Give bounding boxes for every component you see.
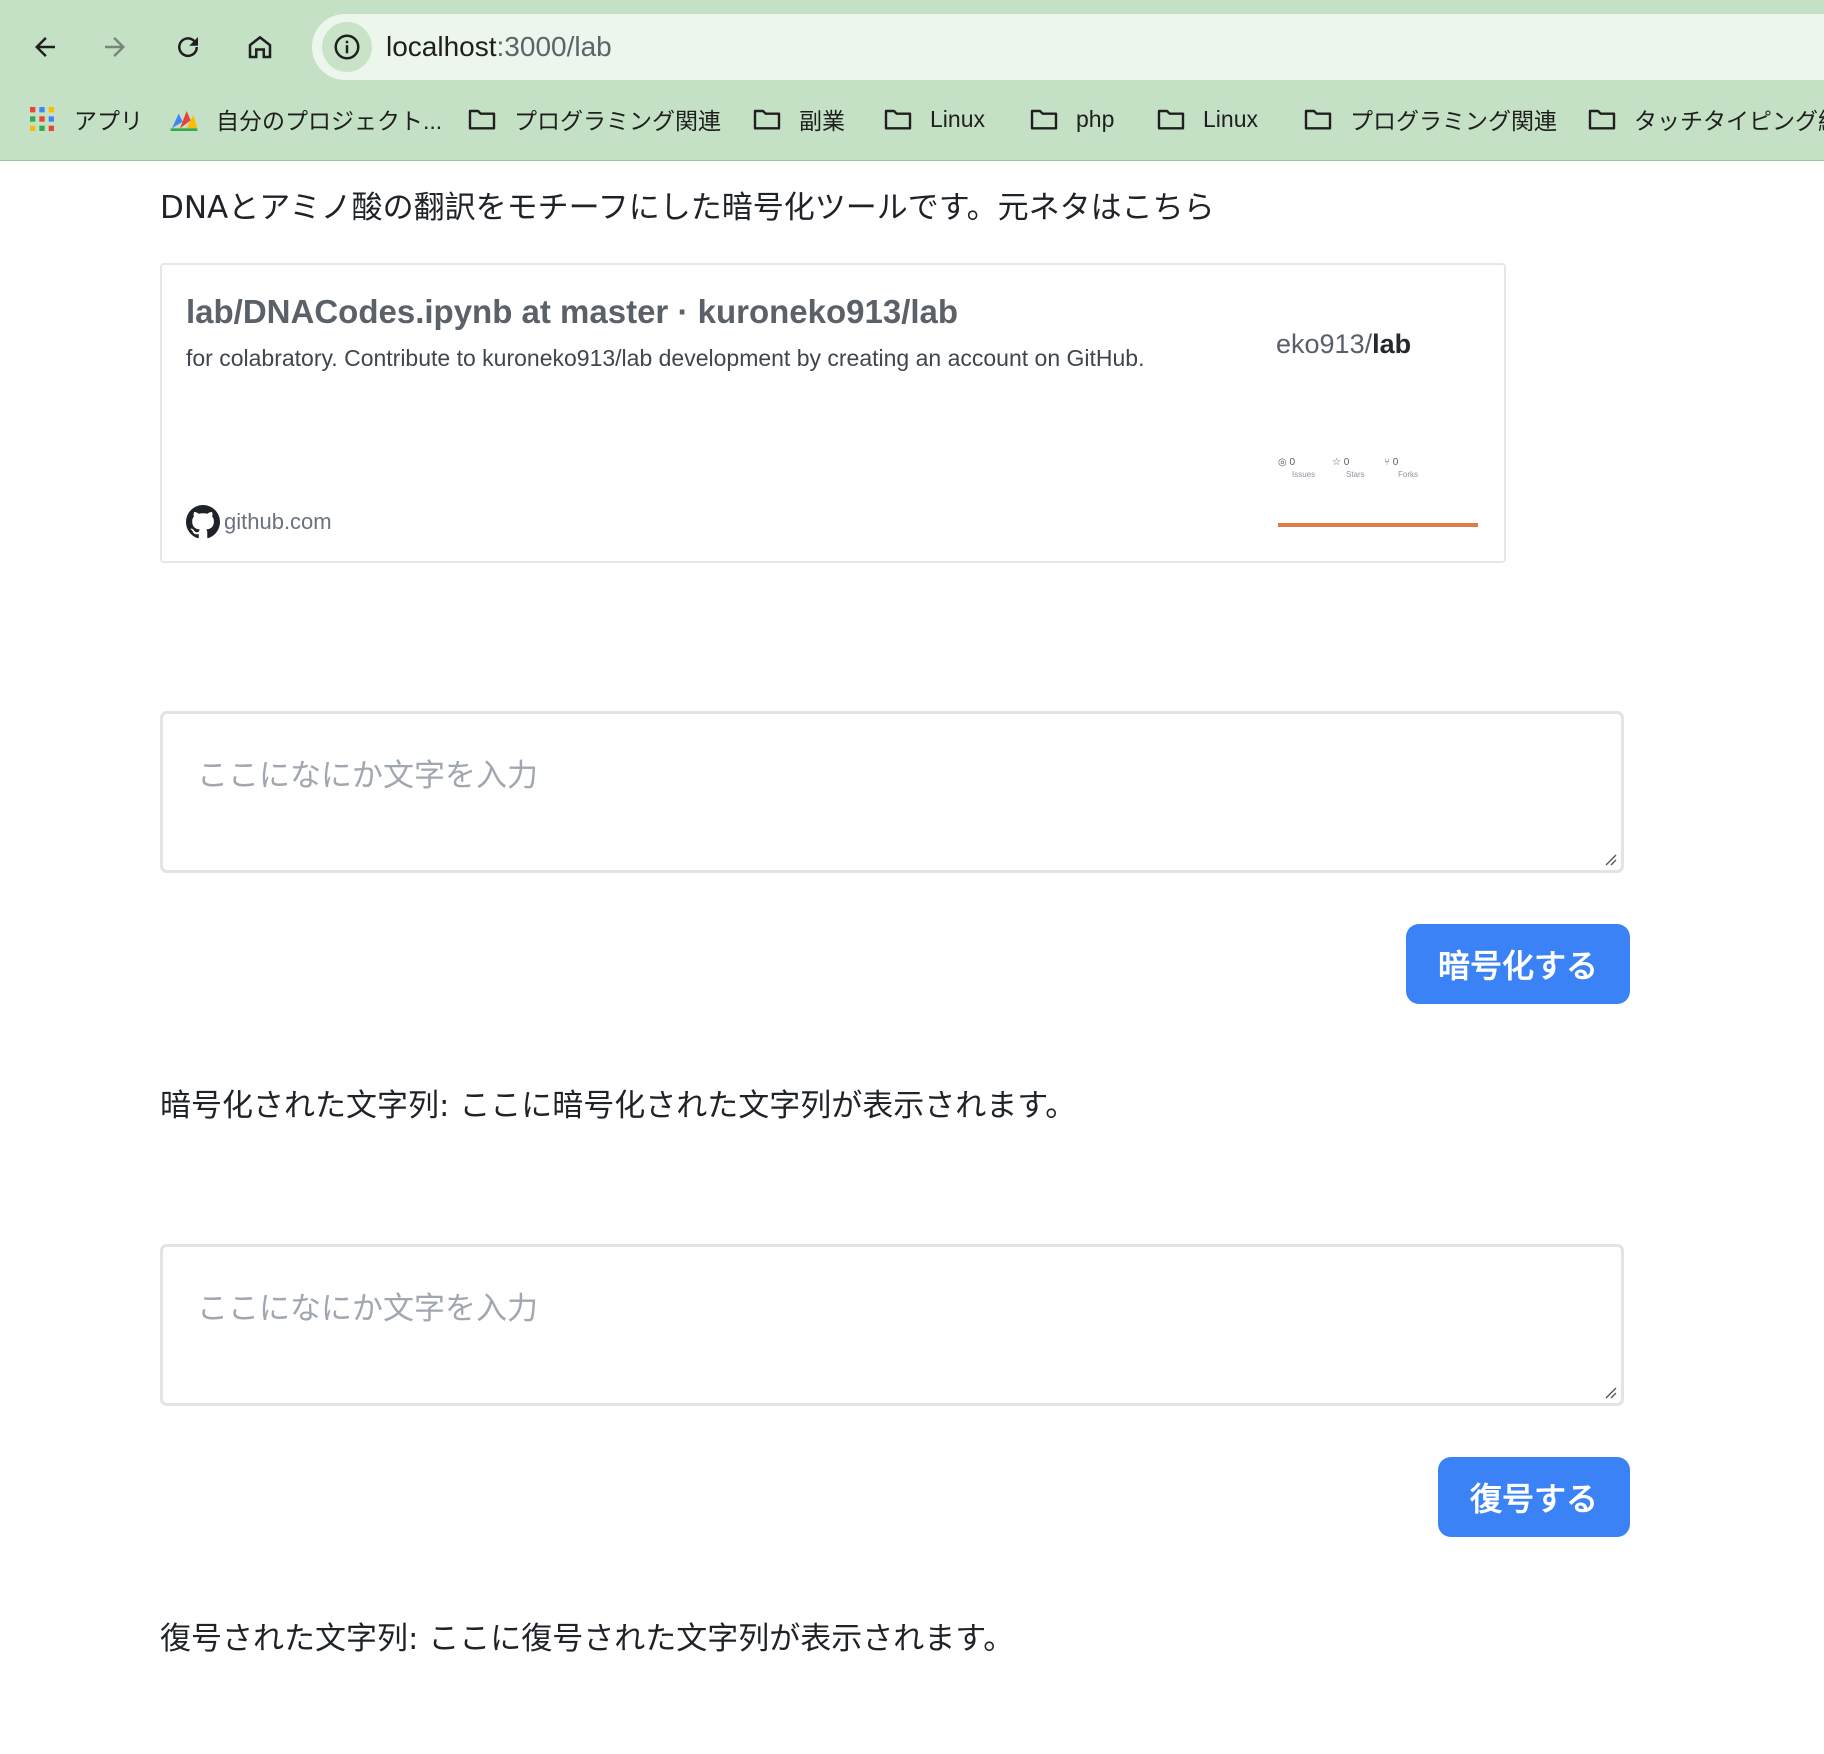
apps-grid-icon	[26, 103, 58, 135]
home-button[interactable]	[235, 22, 285, 72]
github-icon	[186, 505, 220, 539]
bookmark-folder-typing[interactable]: タッチタイピング練	[1586, 96, 1824, 142]
issue-icon: ◎	[1278, 457, 1287, 468]
bookmark-folder-sidejob[interactable]: 副業	[751, 96, 845, 142]
bookmark-folder-linux-2[interactable]: Linux	[1155, 96, 1258, 142]
folder-icon	[1155, 103, 1187, 135]
encrypt-result-label: 暗号化された文字列:	[160, 1088, 460, 1124]
bookmark-label: Linux	[930, 105, 985, 132]
url-text: localhost:3000/lab	[386, 29, 612, 65]
encrypt-result: 暗号化された文字列: ここに暗号化された文字列が表示されます。	[160, 1084, 1076, 1128]
encrypt-input[interactable]: ここになにか文字を入力	[160, 711, 1624, 873]
bookmark-label: アプリ	[74, 108, 143, 134]
bookmark-apps[interactable]: アプリ	[26, 96, 143, 142]
fork-icon: ⑂	[1384, 457, 1390, 468]
bookmark-project[interactable]: 自分のプロジェクト...	[168, 96, 442, 142]
card-description: for colabratory. Contribute to kuroneko9…	[186, 345, 1145, 371]
stat-label: Stars	[1346, 470, 1365, 479]
bookmark-label: Linux	[1203, 105, 1258, 132]
card-thumbnail: eko913/lab ◎ 0 Issues ☆ 0 Stars ⑂ 0 Fork…	[1276, 307, 1488, 527]
folder-icon	[1028, 103, 1060, 135]
bookmark-label: php	[1076, 105, 1115, 132]
info-icon	[334, 34, 360, 60]
stat-forks: ⑂ 0 Forks	[1384, 457, 1418, 479]
bookmark-folder-programming[interactable]: プログラミング関連	[466, 96, 721, 142]
folder-icon	[466, 103, 498, 135]
language-bar	[1278, 523, 1478, 527]
stat-label: Forks	[1398, 470, 1418, 479]
folder-icon	[1302, 103, 1334, 135]
decrypt-input[interactable]: ここになにか文字を入力	[160, 1244, 1624, 1406]
bookmarks-bar: アプリ 自分のプロジェクト... プログラミング関連 副業 Linux php	[0, 96, 1824, 142]
back-button[interactable]	[20, 22, 70, 72]
bookmark-label: タッチタイピング練	[1634, 108, 1824, 134]
decrypt-result: 復号された文字列: ここに復号された文字列が表示されます。	[160, 1617, 1014, 1661]
url-host: localhost	[386, 31, 497, 62]
reload-icon	[178, 37, 199, 58]
thumb-owner: eko913/	[1276, 329, 1373, 359]
site-info-button[interactable]	[322, 22, 372, 72]
card-title: lab/DNACodes.ipynb at master · kuroneko9…	[186, 293, 959, 330]
folder-icon	[1586, 103, 1618, 135]
stat-count: 0	[1289, 457, 1296, 468]
resize-handle-icon[interactable]	[1601, 1383, 1617, 1399]
github-link-card[interactable]: lab/DNACodes.ipynb at master · kuroneko9…	[160, 263, 1506, 563]
home-icon	[248, 35, 272, 59]
encrypt-result-value: ここに暗号化された文字列が表示されます。	[459, 1088, 1077, 1124]
bookmark-label: プログラミング関連	[1350, 108, 1557, 134]
bookmark-label: 自分のプロジェクト...	[216, 108, 443, 134]
bookmark-folder-php[interactable]: php	[1028, 96, 1114, 142]
star-icon: ☆	[1332, 457, 1341, 468]
decrypt-result-label: 復号された文字列:	[160, 1621, 429, 1657]
reload-button[interactable]	[163, 22, 213, 72]
browser-toolbar: localhost:3000/lab	[0, 12, 1824, 82]
folder-icon	[882, 103, 914, 135]
address-bar[interactable]: localhost:3000/lab	[312, 14, 1824, 80]
bookmark-label: プログラミング関連	[514, 108, 721, 134]
encrypt-button[interactable]: 暗号化する	[1406, 924, 1630, 1004]
card-domain-text: github.com	[224, 509, 332, 534]
forward-button[interactable]	[90, 22, 140, 72]
stat-label: Issues	[1292, 470, 1316, 479]
folder-icon	[751, 103, 783, 135]
decrypt-button[interactable]: 復号する	[1438, 1457, 1630, 1537]
bookmark-folder-linux[interactable]: Linux	[882, 96, 985, 142]
card-domain: github.com	[186, 505, 332, 539]
stat-count: 0	[1343, 457, 1350, 468]
resize-handle-icon[interactable]	[1601, 850, 1617, 866]
stat-stars: ☆ 0 Stars	[1332, 457, 1365, 479]
url-path: :3000/lab	[496, 31, 612, 62]
bookmark-folder-programming-2[interactable]: プログラミング関連	[1302, 96, 1557, 142]
thumb-repo-name: eko913/lab	[1276, 329, 1411, 360]
encrypt-input-placeholder: ここになにか文字を入力	[197, 758, 538, 794]
arrow-left-icon	[35, 37, 55, 57]
thumb-repo: lab	[1372, 329, 1412, 359]
bookmark-label: 副業	[799, 108, 845, 134]
intro-text: DNAとアミノ酸の翻訳をモチーフにした暗号化ツールです。元ネタはこちら	[160, 190, 1215, 226]
decrypt-result-value: ここに復号された文字列が表示されます。	[428, 1621, 1015, 1657]
stat-issues: ◎ 0 Issues	[1278, 457, 1315, 479]
browser-chrome: localhost:3000/lab アプリ 自分のプロジェクト... プログラ…	[0, 0, 1824, 161]
arrow-right-icon	[105, 37, 125, 57]
stat-count: 0	[1392, 457, 1399, 468]
decrypt-input-placeholder: ここになにか文字を入力	[197, 1291, 538, 1327]
project-icon	[168, 103, 200, 135]
